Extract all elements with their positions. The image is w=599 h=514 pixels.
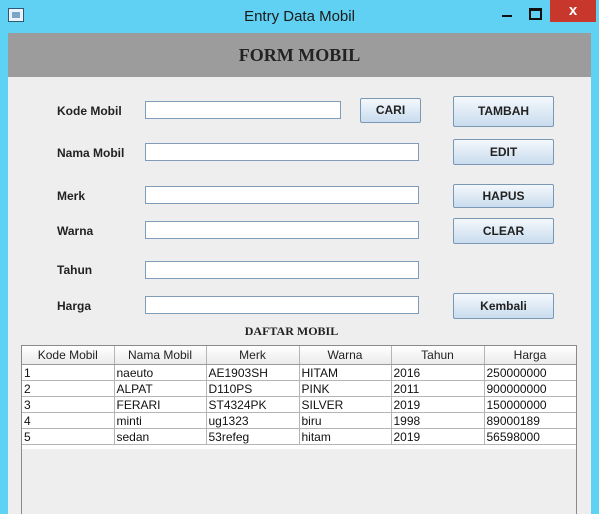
hapus-button[interactable]: HAPUS [453,184,554,208]
edit-button[interactable]: EDIT [453,139,554,165]
table-row[interactable]: 2 ALPAT D110PS PINK 2011 900000000 [22,380,576,397]
minimize-button[interactable] [496,6,518,22]
header-bar: FORM MOBIL [8,33,591,77]
table-cell[interactable]: ug1323 [206,412,300,429]
table-cell[interactable]: 1998 [391,412,485,429]
table-cell[interactable]: 5 [22,428,115,445]
table-cell[interactable]: 3 [22,396,115,413]
table-cell[interactable]: 2016 [391,364,485,381]
merk-field[interactable] [145,186,419,204]
close-button[interactable]: x [550,0,596,22]
table-cell[interactable]: 89000189 [484,412,576,429]
tahun-field[interactable] [145,261,419,279]
table-cell[interactable]: D110PS [206,380,300,397]
harga-label: Harga [57,299,92,313]
table-row[interactable]: 5 sedan 53refeg hitam 2019 56598000 [22,428,576,445]
column-header-merk[interactable]: Merk [206,346,300,365]
table-cell[interactable]: HITAM [299,364,392,381]
table-cell[interactable]: 53refeg [206,428,300,445]
mobil-table: Kode Mobil Nama Mobil Merk Warna Tahun H… [21,345,577,514]
column-header-harga[interactable]: Harga [484,346,576,365]
kode-mobil-label: Kode Mobil [57,104,122,118]
tahun-label: Tahun [57,263,93,277]
table-cell[interactable]: 56598000 [484,428,576,445]
table-cell[interactable]: biru [299,412,392,429]
table-cell[interactable]: 150000000 [484,396,576,413]
form-panel: FORM MOBIL Kode Mobil Nama Mobil Merk Wa… [8,33,591,514]
table-cell[interactable]: PINK [299,380,392,397]
merk-label: Merk [57,189,86,203]
table-cell[interactable]: ALPAT [114,380,207,397]
table-cell[interactable]: 2 [22,380,115,397]
nama-mobil-label: Nama Mobil [57,146,125,160]
warna-field[interactable] [145,221,419,239]
table-header-row: Kode Mobil Nama Mobil Merk Warna Tahun H… [22,346,576,365]
table-cell[interactable]: 250000000 [484,364,576,381]
table-cell[interactable]: 2019 [391,396,485,413]
table-title: DAFTAR MOBIL [244,324,339,338]
table-cell[interactable]: 1 [22,364,115,381]
title-bar: Entry Data Mobil x [0,0,599,33]
cari-button[interactable]: CARI [360,98,421,123]
table-cell[interactable]: minti [114,412,207,429]
table-cell[interactable]: 2011 [391,380,485,397]
table-row[interactable]: 1 naeuto AE1903SH HITAM 2016 250000000 [22,364,576,381]
table-row[interactable]: 4 minti ug1323 biru 1998 89000189 [22,412,576,429]
table-cell[interactable]: 4 [22,412,115,429]
table-cell[interactable]: naeuto [114,364,207,381]
kembali-button[interactable]: Kembali [453,293,554,319]
table-cell[interactable]: 900000000 [484,380,576,397]
maximize-button[interactable] [524,6,546,22]
tambah-button[interactable]: TAMBAH [453,96,554,127]
page-title: FORM MOBIL [238,45,361,65]
table-row[interactable]: 3 FERARI ST4324PK SILVER 2019 150000000 [22,396,576,413]
table-cell[interactable]: AE1903SH [206,364,300,381]
table-cell[interactable]: hitam [299,428,392,445]
column-header-kode-mobil[interactable]: Kode Mobil [22,346,115,365]
column-header-warna[interactable]: Warna [299,346,392,365]
column-header-tahun[interactable]: Tahun [391,346,485,365]
warna-label: Warna [57,224,94,238]
table-cell[interactable]: SILVER [299,396,392,413]
table-empty-area [22,449,576,514]
harga-field[interactable] [145,296,419,314]
nama-mobil-field[interactable] [145,143,419,161]
clear-button[interactable]: CLEAR [453,218,554,244]
table-cell[interactable]: FERARI [114,396,207,413]
table-cell[interactable]: ST4324PK [206,396,300,413]
column-header-nama-mobil[interactable]: Nama Mobil [114,346,207,365]
table-cell[interactable]: 2019 [391,428,485,445]
table-cell[interactable]: sedan [114,428,207,445]
kode-mobil-field[interactable] [145,101,341,119]
